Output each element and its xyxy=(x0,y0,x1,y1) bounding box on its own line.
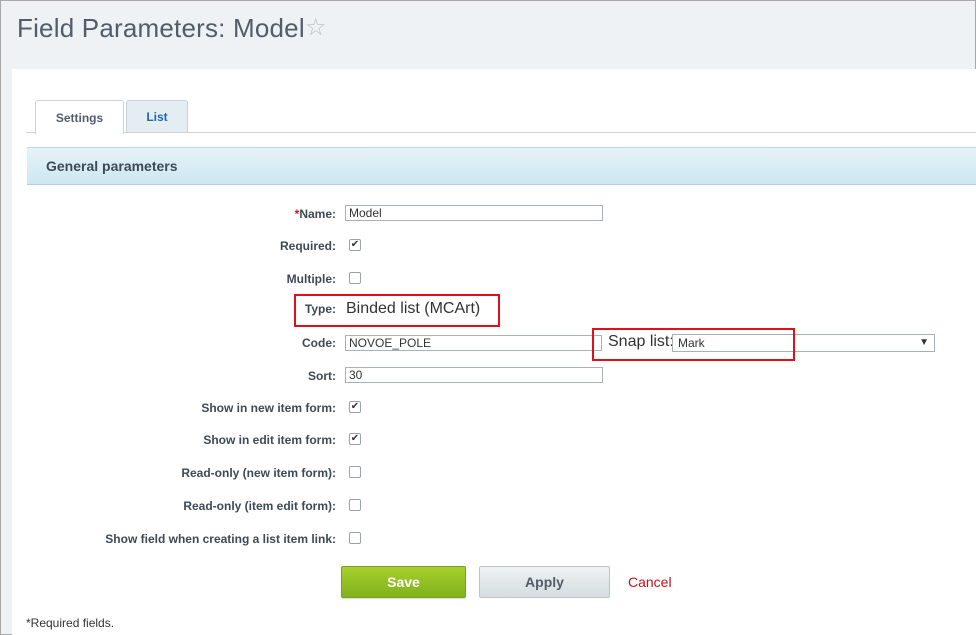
tabs-divider xyxy=(26,132,976,133)
required-checkbox[interactable]: ✔ xyxy=(349,239,361,251)
show-new-label: Show in new item form: xyxy=(201,401,336,415)
show-edit-label: Show in edit item form: xyxy=(203,433,336,447)
multiple-checkbox[interactable] xyxy=(349,272,361,284)
show-edit-checkbox[interactable]: ✔ xyxy=(349,433,361,445)
name-input[interactable]: Model xyxy=(345,205,603,221)
star-icon[interactable]: ☆ xyxy=(305,16,327,40)
section-header: General parameters xyxy=(27,147,976,185)
required-label: Required: xyxy=(279,239,336,253)
apply-button[interactable]: Apply xyxy=(479,566,610,598)
snap-list-highlight-box xyxy=(592,328,795,361)
name-label: *Name: xyxy=(294,207,336,221)
section-title: General parameters xyxy=(46,158,178,174)
save-button[interactable]: Save xyxy=(341,566,466,598)
readonly-new-checkbox[interactable] xyxy=(349,466,361,478)
sort-input[interactable]: 30 xyxy=(345,367,603,383)
page-title: Field Parameters: Model xyxy=(17,13,305,43)
readonly-edit-checkbox[interactable] xyxy=(349,499,361,511)
show-link-label: Show field when creating a list item lin… xyxy=(105,532,336,546)
chevron-down-icon: ▼ xyxy=(919,337,929,348)
readonly-new-label: Read-only (new item form): xyxy=(181,466,336,480)
type-highlight-box xyxy=(294,294,500,327)
show-link-checkbox[interactable] xyxy=(349,532,361,544)
code-label: Code: xyxy=(302,336,336,350)
code-input[interactable]: NOVOE_POLE xyxy=(345,335,602,351)
sort-label: Sort: xyxy=(308,369,336,383)
tab-settings[interactable]: Settings xyxy=(35,100,124,134)
cancel-link[interactable]: Cancel xyxy=(628,574,672,590)
multiple-label: Multiple: xyxy=(286,272,336,286)
tab-list[interactable]: List xyxy=(126,100,188,133)
readonly-edit-label: Read-only (item edit form): xyxy=(183,499,336,513)
settings-card: Settings List General parameters *Name: … xyxy=(12,69,976,635)
show-new-checkbox[interactable]: ✔ xyxy=(349,401,361,413)
required-fields-note: *Required fields. xyxy=(26,616,115,630)
